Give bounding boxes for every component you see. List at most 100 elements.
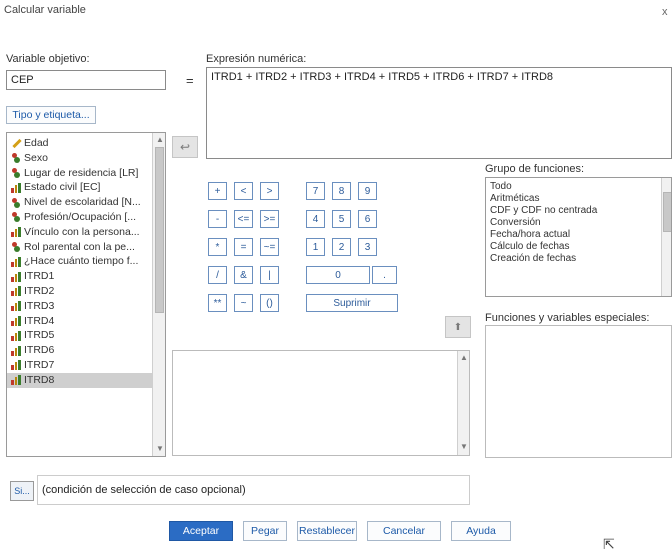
nominal-icon — [11, 212, 21, 223]
scale-icon — [11, 375, 21, 386]
function-group-list[interactable]: Todo Aritméticas CDF y CDF no centrada Conv… — [485, 177, 672, 297]
scroll-up-icon[interactable]: ▲ — [156, 135, 164, 144]
keypad-key[interactable]: >= — [260, 210, 279, 228]
nominal-icon — [11, 153, 21, 164]
variable-item[interactable]: Profesión/Ocupación [... — [7, 210, 152, 225]
function-group-item[interactable]: Fecha/hora actual — [486, 229, 661, 241]
keypad-key[interactable]: 8 — [332, 182, 351, 200]
keypad-key[interactable]: > — [260, 182, 279, 200]
move-to-expression-button[interactable]: ↩ — [172, 136, 198, 158]
equals-sign: = — [186, 73, 194, 88]
target-variable-label: Variable objetivo: — [6, 53, 90, 65]
variable-item[interactable]: ITRD2 — [7, 284, 152, 299]
keypad-key[interactable]: 3 — [358, 238, 377, 256]
desc-scroll-up-icon[interactable]: ▲ — [460, 353, 468, 362]
function-group-item[interactable]: Conversión — [486, 217, 661, 229]
if-condition-field: (condición de selección de caso opcional… — [37, 475, 470, 505]
variable-item[interactable]: Rol parental con la pe... — [7, 240, 152, 255]
keypad-key[interactable]: = — [234, 238, 253, 256]
paste-button[interactable]: Pegar — [243, 521, 287, 541]
function-help-button[interactable]: ⬆ — [445, 316, 471, 338]
function-group-item[interactable]: Todo — [486, 181, 661, 193]
keypad-key[interactable]: <= — [234, 210, 253, 228]
type-and-label-button[interactable]: Tipo y etiqueta... — [6, 106, 96, 124]
variable-list[interactable]: Edad Sexo Lugar de residencia [LR] Estado c… — [6, 132, 166, 457]
close-icon[interactable]: x — [662, 6, 668, 18]
keypad-key[interactable]: * — [208, 238, 227, 256]
function-group-scrollbar[interactable] — [661, 178, 671, 296]
scroll-thumb[interactable] — [155, 147, 164, 313]
keypad-key[interactable]: 9 — [358, 182, 377, 200]
keypad-key[interactable]: < — [234, 182, 253, 200]
if-button[interactable]: Si... — [10, 481, 34, 501]
scale-icon — [11, 182, 21, 193]
keypad-key[interactable]: ~ — [234, 294, 253, 312]
variable-item[interactable]: ¿Hace cuánto tiempo f... — [7, 254, 152, 269]
keypad-key[interactable]: - — [208, 210, 227, 228]
function-description-area: ▲ ▼ — [172, 350, 470, 456]
numeric-expression-input[interactable]: ITRD1 + ITRD2 + ITRD3 + ITRD4 + ITRD5 + … — [206, 67, 672, 159]
description-scrollbar[interactable]: ▲ ▼ — [457, 351, 469, 455]
ok-button[interactable]: Aceptar — [169, 521, 233, 541]
arrow-left-icon: ↩ — [179, 140, 191, 154]
scale-icon — [11, 330, 21, 341]
variable-item[interactable]: Lugar de residencia [LR] — [7, 166, 152, 181]
variable-item[interactable]: Estado civil [EC] — [7, 180, 152, 195]
scale-icon — [11, 271, 21, 282]
variable-label: Sexo — [24, 151, 48, 164]
keypad-key[interactable]: 0 — [306, 266, 370, 284]
variable-label: ITRD3 — [24, 299, 55, 312]
variable-label: Nivel de escolaridad [N... — [24, 196, 141, 209]
variable-label: Lugar de residencia [LR] — [24, 166, 139, 179]
scroll-down-icon[interactable]: ▼ — [156, 444, 164, 453]
keypad-key[interactable]: () — [260, 294, 279, 312]
keypad-key[interactable]: ~= — [260, 238, 279, 256]
scale-icon — [11, 360, 21, 371]
variable-item[interactable]: ITRD5 — [7, 328, 152, 343]
variable-item[interactable]: ITRD6 — [7, 343, 152, 358]
keypad-key[interactable]: 5 — [332, 210, 351, 228]
help-button[interactable]: Ayuda — [451, 521, 511, 541]
variable-item[interactable]: ITRD4 — [7, 314, 152, 329]
keypad-key[interactable]: + — [208, 182, 227, 200]
variable-item[interactable]: ITRD3 — [7, 299, 152, 314]
variable-item[interactable]: ITRD8 — [7, 372, 152, 388]
keypad-key[interactable]: ** — [208, 294, 227, 312]
cancel-button[interactable]: Cancelar — [367, 521, 441, 541]
variable-item[interactable]: Nivel de escolaridad [N... — [7, 195, 152, 210]
keypad-key[interactable]: . — [372, 266, 397, 284]
keypad-key[interactable]: 4 — [306, 210, 325, 228]
variable-label: ITRD5 — [24, 329, 55, 342]
function-group-item[interactable]: CDF y CDF no centrada — [486, 205, 661, 217]
function-group-item[interactable]: Aritméticas — [486, 193, 661, 205]
functions-special-list[interactable] — [485, 325, 672, 458]
function-group-scroll-thumb[interactable] — [663, 192, 671, 232]
variable-item[interactable]: ITRD1 — [7, 269, 152, 284]
variable-item[interactable]: ITRD7 — [7, 358, 152, 373]
variable-item[interactable]: Vínculo con la persona... — [7, 225, 152, 240]
function-group-item[interactable]: Creación de fechas — [486, 253, 661, 265]
delete-button[interactable]: Suprimir — [306, 294, 398, 312]
variable-label: ITRD7 — [24, 358, 55, 371]
reset-button[interactable]: Restablecer — [297, 521, 357, 541]
variable-item[interactable]: Sexo — [7, 151, 152, 166]
keypad-key[interactable]: / — [208, 266, 227, 284]
variable-label: ITRD6 — [24, 344, 55, 357]
keypad-key[interactable]: 1 — [306, 238, 325, 256]
nominal-icon — [11, 167, 21, 178]
variable-item[interactable]: Edad — [7, 136, 152, 151]
variable-list-scrollbar[interactable]: ▲ ▼ — [152, 133, 165, 456]
keypad-key[interactable]: | — [260, 266, 279, 284]
desc-scroll-down-icon[interactable]: ▼ — [460, 442, 468, 451]
keypad-key[interactable]: 6 — [358, 210, 377, 228]
target-variable-input[interactable]: CEP — [6, 70, 166, 90]
scale-icon — [11, 345, 21, 356]
keypad-key[interactable]: 7 — [306, 182, 325, 200]
variable-label: ITRD2 — [24, 284, 55, 297]
scale-icon — [11, 286, 21, 297]
keypad-key[interactable]: & — [234, 266, 253, 284]
variable-label: Vínculo con la persona... — [24, 225, 140, 238]
keypad-key[interactable]: 2 — [332, 238, 351, 256]
function-group-item[interactable]: Cálculo de fechas — [486, 241, 661, 253]
scale-icon — [11, 301, 21, 312]
